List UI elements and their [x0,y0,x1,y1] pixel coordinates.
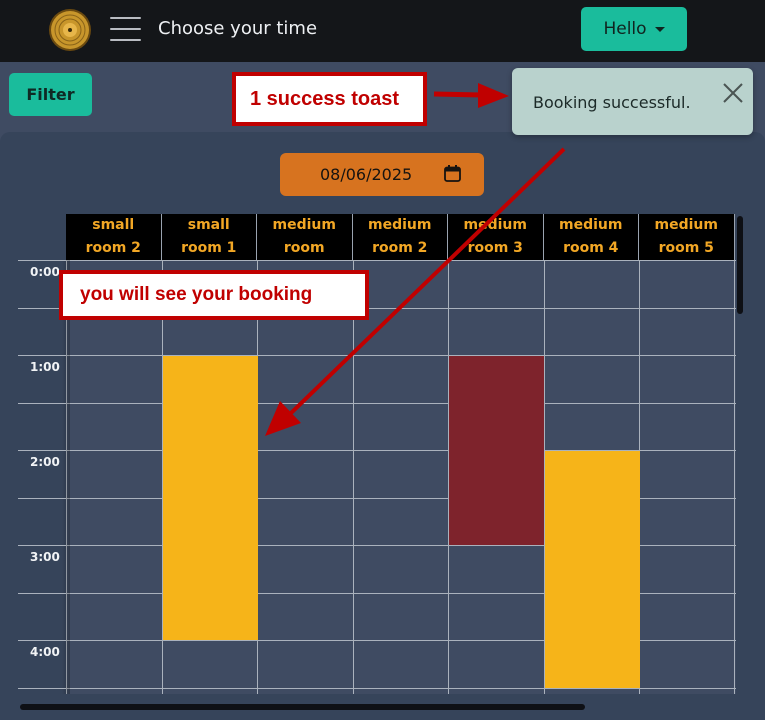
room-header-line1: small [92,217,135,233]
room-header-line2: room 2 [85,240,141,256]
date-value: 08/06/2025 [320,165,413,184]
vertical-scrollbar[interactable] [737,216,743,314]
room-header-line2: room 4 [563,240,619,256]
booking-annotation: you will see your booking [59,270,369,320]
room-header-line1: medium [654,217,718,233]
half-hour-tick [18,688,66,689]
user-menu-button[interactable]: Hello [581,7,687,51]
room-header-line2: room [283,240,325,256]
close-icon[interactable] [722,82,744,104]
time-label: 1:00 [30,360,60,374]
time-label: 3:00 [30,550,60,564]
room-header: small room 2 [66,214,162,260]
hour-tick [18,450,66,451]
hour-tick [18,545,66,546]
half-hour-tick [18,593,66,594]
half-hour-tick [18,403,66,404]
hour-tick [18,260,66,261]
room-header-line1: medium [463,217,527,233]
hamburger-menu-icon[interactable] [110,15,142,43]
time-label: 2:00 [30,455,60,469]
booked-block[interactable] [449,356,544,545]
room-header-line2: room 2 [372,240,428,256]
room-header-line2: room 5 [658,240,714,256]
user-menu-label: Hello [603,19,647,39]
grid-row-line [66,260,736,261]
room-header: medium room 5 [639,214,735,260]
toast-message: Booking successful. [533,93,691,112]
grid-column-line [353,260,354,694]
grid-row-line [66,688,736,689]
toast-arrow [433,91,483,98]
grid-column-line [734,260,735,694]
toast-annotation: 1 success toast [232,72,427,126]
room-header: medium room 3 [448,214,544,260]
vinyl-record-icon[interactable] [49,9,91,51]
page-title: Choose your time [158,18,318,39]
time-column-shadow [62,260,70,694]
success-toast: Booking successful. [512,68,753,135]
hour-tick [18,640,66,641]
room-header: small room 1 [161,214,257,260]
my-booking-block[interactable] [163,356,258,640]
filter-button[interactable]: Filter [9,73,92,116]
calendar-icon[interactable] [444,165,461,182]
caret-down-icon [654,26,665,32]
top-navbar: Choose your time Hello [0,0,765,62]
time-label: 0:00 [30,265,60,279]
room-header: medium room 2 [352,214,448,260]
booking-annotation-text: you will see your booking [80,284,313,305]
room-header-line1: small [187,217,230,233]
horizontal-scrollbar[interactable] [20,704,585,710]
half-hour-tick [18,498,66,499]
room-header-line1: medium [559,217,623,233]
room-header-line2: room 3 [467,240,523,256]
room-header: medium room 4 [543,214,639,260]
room-header-line1: medium [272,217,336,233]
hour-tick [18,355,66,356]
room-header-line1: medium [368,217,432,233]
room-header-line2: room 1 [181,240,237,256]
date-picker[interactable]: 08/06/2025 [280,153,484,196]
time-label: 4:00 [30,645,60,659]
toast-arrow-head [478,83,509,108]
room-header: medium room [257,214,353,260]
my-booking-block[interactable] [545,451,640,688]
toast-annotation-text: 1 success toast [250,87,399,110]
